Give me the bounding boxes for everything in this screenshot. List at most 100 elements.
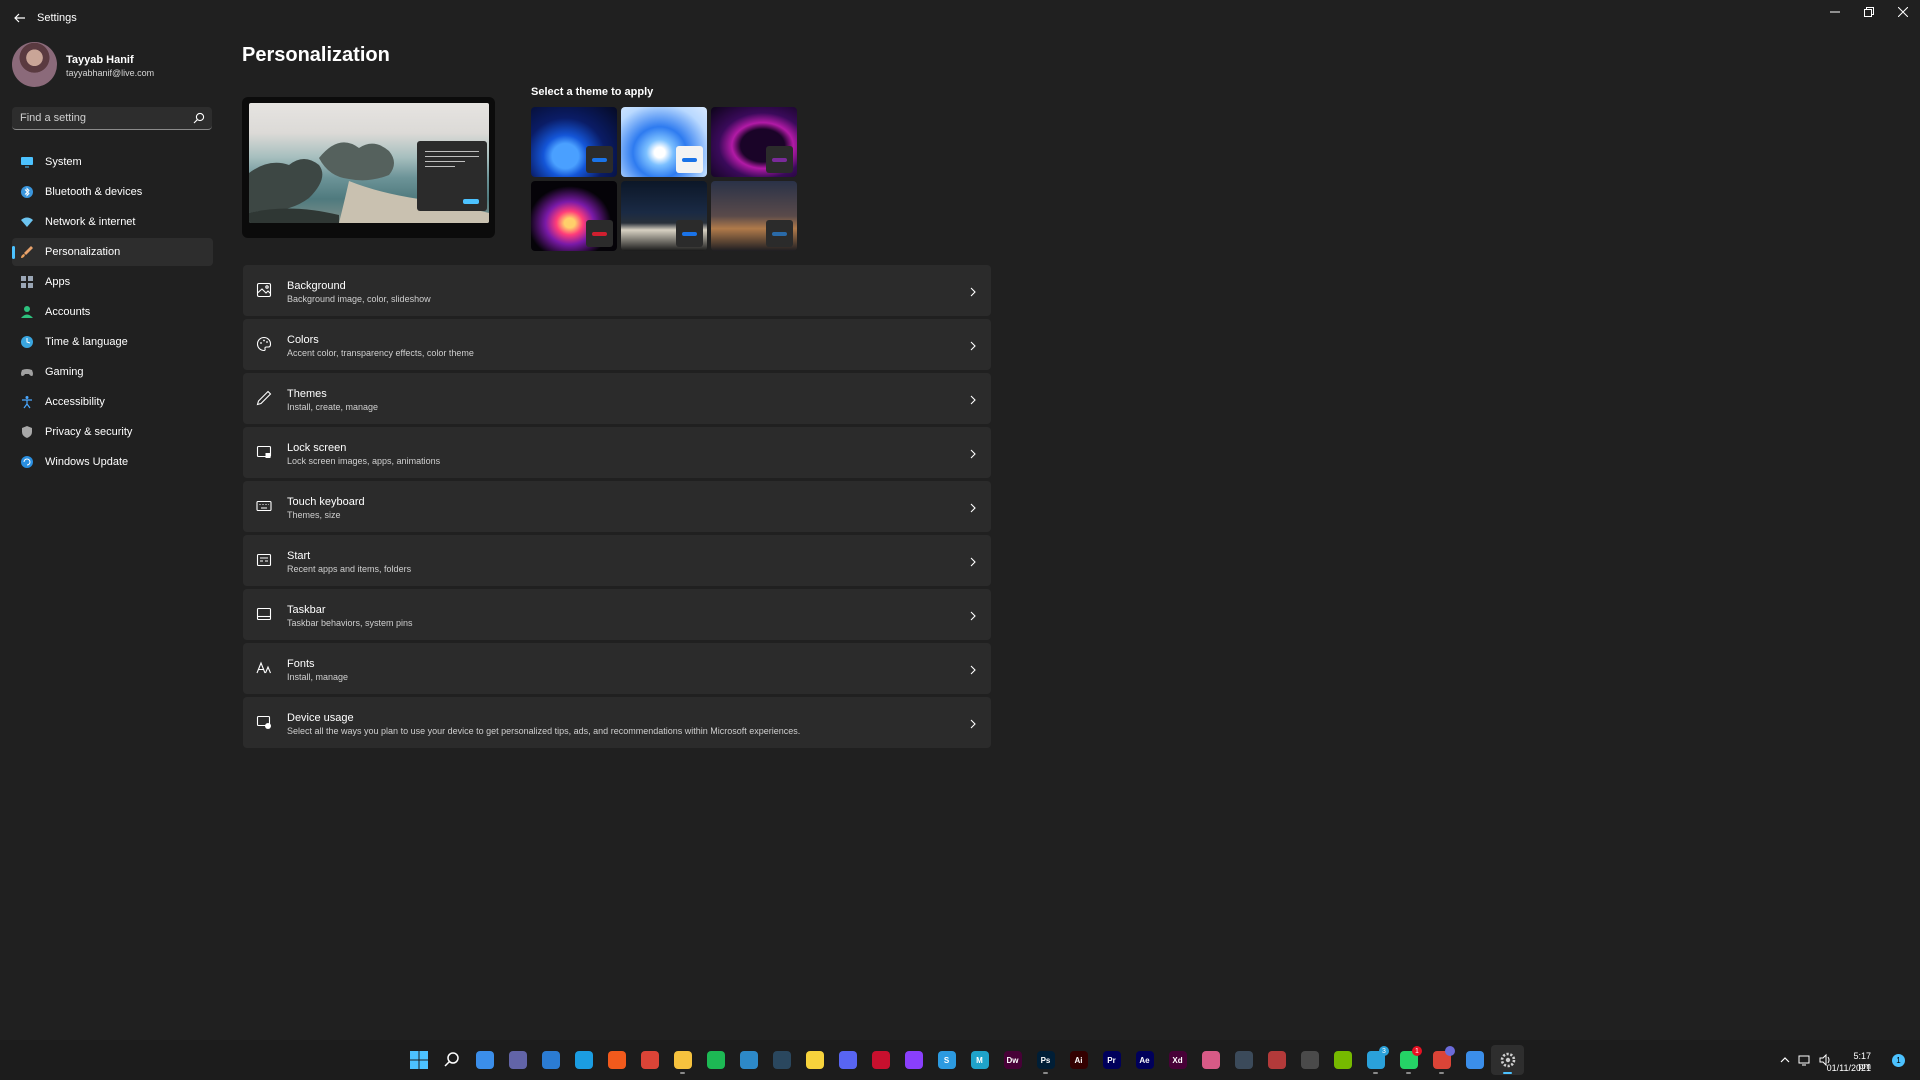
app-badge: 3: [1379, 1046, 1389, 1056]
settings-card-themes[interactable]: Themes Install, create, manage: [243, 373, 991, 424]
sidebar-item-apps[interactable]: Apps: [12, 268, 213, 296]
app-title: Settings: [37, 12, 77, 24]
font-icon: [256, 660, 272, 676]
taskbar-teams-chat-button[interactable]: [501, 1045, 534, 1075]
taskbar-steam-button[interactable]: [765, 1045, 798, 1075]
sidebar-item-personalization[interactable]: Personalization: [12, 238, 213, 266]
taskbar-start-button[interactable]: [402, 1045, 435, 1075]
keyboard-icon: [256, 498, 272, 514]
taskbar-mail-button[interactable]: [534, 1045, 567, 1075]
preview-line: [425, 161, 465, 162]
settings-card-colors[interactable]: Colors Accent color, transparency effects…: [243, 319, 991, 370]
sidebar-item-accounts[interactable]: Accounts: [12, 298, 213, 326]
avatar[interactable]: [12, 42, 57, 87]
sidebar-item-system[interactable]: System: [12, 148, 213, 176]
card-title: Taskbar: [287, 604, 326, 616]
preview-line: [425, 156, 479, 157]
sidebar-item-label: Windows Update: [45, 456, 129, 468]
notification-badge[interactable]: 1: [1892, 1054, 1905, 1067]
card-title: Device usage: [287, 712, 354, 724]
update-icon: [20, 455, 34, 469]
taskbar-app-m-button[interactable]: M: [963, 1045, 996, 1075]
settings-card-lock-screen[interactable]: Lock screen Lock screen images, apps, ani…: [243, 427, 991, 478]
sidebar-item-label: Personalization: [45, 246, 121, 258]
sidebar-item-accessibility[interactable]: Accessibility: [12, 388, 213, 416]
taskbar-search-button[interactable]: [435, 1045, 468, 1075]
taskbar-spotify-button[interactable]: [699, 1045, 732, 1075]
theme-accent-bar: [772, 158, 787, 162]
taskbar-chrome-button[interactable]: [633, 1045, 666, 1075]
theme-flow[interactable]: [711, 181, 797, 251]
taskbar-photos-button[interactable]: [1194, 1045, 1227, 1075]
preview-line: [425, 151, 479, 152]
taskbar-premiere-button[interactable]: Pr: [1095, 1045, 1128, 1075]
taskbar-nvidia-button[interactable]: [1326, 1045, 1359, 1075]
davinci-icon: [1234, 1051, 1253, 1069]
card-subtitle: Themes, size: [287, 510, 341, 520]
sidebar-item-windows-update[interactable]: Windows Update: [12, 448, 213, 476]
sidebar-item-bluetooth-devices[interactable]: Bluetooth & devices: [12, 178, 213, 206]
restore-icon: [1864, 7, 1874, 17]
photoshop-icon: Ps: [1036, 1051, 1055, 1069]
sidebar-item-gaming[interactable]: Gaming: [12, 358, 213, 386]
sidebar-item-network-internet[interactable]: Network & internet: [12, 208, 213, 236]
search-icon[interactable]: [193, 112, 205, 124]
taskbar: S M Dw Ps Ai Pr Ae Xd 3 1 5:17 pm 01/11/2021 1: [0, 1040, 1920, 1080]
taskbar-discord-button[interactable]: [831, 1045, 864, 1075]
clock-date[interactable]: 01/11/2021: [1827, 1063, 1871, 1073]
restore-button[interactable]: [1852, 0, 1886, 24]
taskbar-davinci-button[interactable]: [1227, 1045, 1260, 1075]
illustrator-icon: Ai: [1069, 1051, 1088, 1069]
sidebar-item-time-language[interactable]: Time & language: [12, 328, 213, 356]
taskbar-illustrator-button[interactable]: Ai: [1062, 1045, 1095, 1075]
card-subtitle: Background image, color, slideshow: [287, 294, 431, 304]
settings-card-fonts[interactable]: Fonts Install, manage: [243, 643, 991, 694]
nvidia-icon: [1333, 1051, 1352, 1069]
taskbar-snip-button[interactable]: [1260, 1045, 1293, 1075]
chevron-right-icon: [968, 501, 978, 513]
card-subtitle: Install, manage: [287, 672, 349, 682]
taskbar-task-view-button[interactable]: [468, 1045, 501, 1075]
close-button[interactable]: [1886, 0, 1920, 24]
search-input[interactable]: [12, 107, 192, 129]
network-icon[interactable]: [1798, 1053, 1812, 1067]
taskbar-sharex-button[interactable]: [732, 1045, 765, 1075]
theme-sunrise-road[interactable]: [621, 181, 707, 251]
sidebar-item-privacy-security[interactable]: Privacy & security: [12, 418, 213, 446]
taskbar-messenger-button[interactable]: [897, 1045, 930, 1075]
card-subtitle: Select all the ways you plan to use your…: [287, 726, 801, 736]
start-icon: [256, 552, 272, 568]
taskbar-xd-button[interactable]: Xd: [1161, 1045, 1194, 1075]
taskbar-edge-button[interactable]: [567, 1045, 600, 1075]
running-indicator: [1406, 1072, 1411, 1074]
taskbar-file-explorer-button[interactable]: [666, 1045, 699, 1075]
taskbar-dreamweaver-button[interactable]: Dw: [996, 1045, 1029, 1075]
back-button[interactable]: [10, 9, 30, 27]
settings-card-background[interactable]: Background Background image, color, slide…: [243, 265, 991, 316]
theme-captured-motion[interactable]: [531, 181, 617, 251]
minimize-button[interactable]: [1818, 0, 1852, 24]
theme-windows-light-bloom[interactable]: [531, 107, 617, 177]
settings-card-start[interactable]: Start Recent apps and items, folders: [243, 535, 991, 586]
sharex-icon: [739, 1051, 758, 1069]
theme-glow[interactable]: [711, 107, 797, 177]
taskbar-app-s-button[interactable]: S: [930, 1045, 963, 1075]
theme-window-chip: [586, 220, 613, 247]
theme-windows-bloom-light[interactable]: [621, 107, 707, 177]
taskbar-photoshop-button[interactable]: Ps: [1029, 1045, 1062, 1075]
taskbar-chrome-profile-button[interactable]: [1425, 1045, 1458, 1075]
taskbar-notepad-button[interactable]: [1458, 1045, 1491, 1075]
taskbar-sticky-notes-button[interactable]: [798, 1045, 831, 1075]
taskbar-brave-button[interactable]: [600, 1045, 633, 1075]
settings-card-device-usage[interactable]: Device usage Select all the ways you plan…: [243, 697, 991, 748]
taskbar-telegram-button[interactable]: 3: [1359, 1045, 1392, 1075]
settings-card-touch-keyboard[interactable]: Touch keyboard Themes, size: [243, 481, 991, 532]
settings-card-taskbar[interactable]: Taskbar Taskbar behaviors, system pins: [243, 589, 991, 640]
taskbar-whatsapp-button[interactable]: 1: [1392, 1045, 1425, 1075]
taskbar-after-effects-button[interactable]: Ae: [1128, 1045, 1161, 1075]
taskbar-settings-button[interactable]: [1491, 1045, 1524, 1075]
minimize-icon: [1830, 11, 1840, 13]
chevron-up-icon[interactable]: [1778, 1053, 1792, 1067]
taskbar-calculator-button[interactable]: [1293, 1045, 1326, 1075]
taskbar-pdf-button[interactable]: [864, 1045, 897, 1075]
